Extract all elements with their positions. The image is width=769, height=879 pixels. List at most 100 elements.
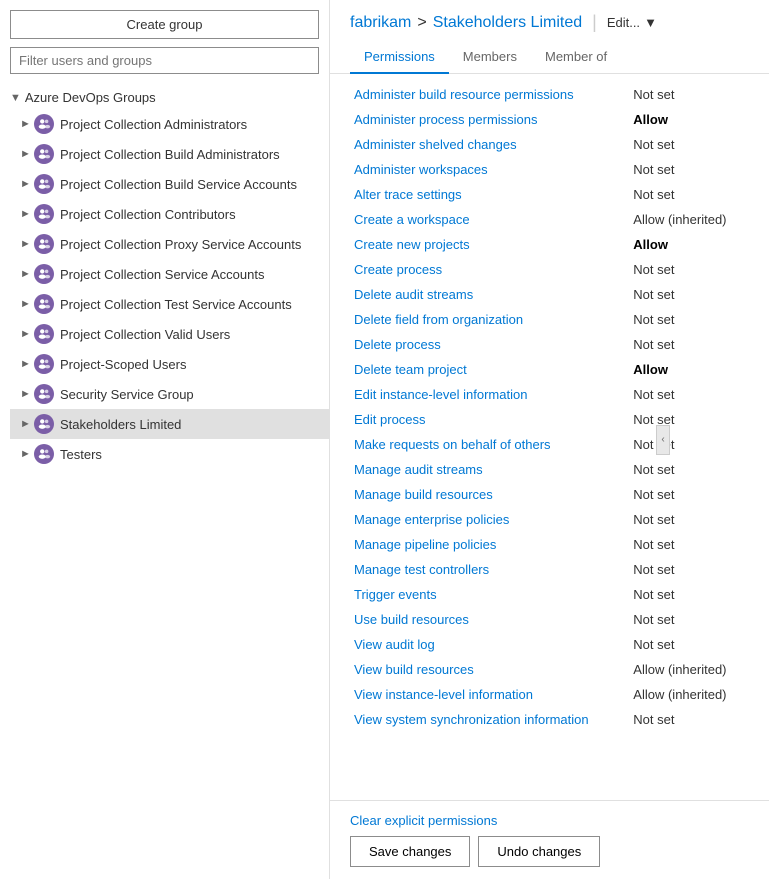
expand-arrow-icon: ►: [20, 388, 32, 400]
permission-name[interactable]: Manage build resources: [350, 482, 629, 507]
tree-item[interactable]: ► Project Collection Build Service Accou…: [10, 169, 329, 199]
permission-name[interactable]: Administer build resource permissions: [350, 82, 629, 107]
permission-name[interactable]: Alter trace settings: [350, 182, 629, 207]
tab-permissions[interactable]: Permissions: [350, 43, 449, 74]
permission-name[interactable]: Delete team project: [350, 357, 629, 382]
breadcrumb-divider: |: [592, 12, 597, 33]
permission-value: Not set: [629, 507, 749, 532]
content-area: Administer build resource permissions Not…: [330, 74, 769, 800]
permission-name[interactable]: Make requests on behalf of others: [350, 432, 629, 457]
tab-members[interactable]: Members: [449, 43, 531, 74]
breadcrumb: fabrikam > Stakeholders Limited | Edit..…: [350, 12, 749, 33]
permission-name[interactable]: View build resources: [350, 657, 629, 682]
permission-name[interactable]: Edit instance-level information: [350, 382, 629, 407]
permission-name[interactable]: Manage test controllers: [350, 557, 629, 582]
permission-name[interactable]: Create process: [350, 257, 629, 282]
permission-name[interactable]: View instance-level information: [350, 682, 629, 707]
tree-item[interactable]: ► Project-Scoped Users: [10, 349, 329, 379]
group-icon: [34, 384, 54, 404]
expand-arrow-icon: ►: [20, 358, 32, 370]
tree-item[interactable]: ► Project Collection Service Accounts: [10, 259, 329, 289]
expand-arrow-icon: ►: [20, 178, 32, 190]
undo-changes-button[interactable]: Undo changes: [478, 836, 600, 867]
tab-member-of[interactable]: Member of: [531, 43, 621, 74]
table-row: View build resourcesAllow (inherited): [350, 657, 749, 682]
group-icon: [34, 324, 54, 344]
permission-name[interactable]: Create a workspace: [350, 207, 629, 232]
permission-name[interactable]: Delete audit streams: [350, 282, 629, 307]
breadcrumb-group[interactable]: Stakeholders Limited: [433, 14, 582, 32]
tree-item[interactable]: ► Project Collection Build Administrator…: [10, 139, 329, 169]
permission-name[interactable]: Use build resources: [350, 607, 629, 632]
permission-name[interactable]: Create new projects: [350, 232, 629, 257]
tree-item[interactable]: ► Project Collection Contributors: [10, 199, 329, 229]
permission-value: Allow: [629, 232, 749, 257]
permission-value: Not set: [629, 182, 749, 207]
create-group-button[interactable]: Create group: [10, 10, 319, 39]
table-row: Manage test controllersNot set: [350, 557, 749, 582]
clear-permissions-link[interactable]: Clear explicit permissions: [350, 813, 749, 828]
tree-item[interactable]: ► Testers: [10, 439, 329, 469]
table-row: Create a workspaceAllow (inherited): [350, 207, 749, 232]
collapse-panel-button[interactable]: ‹: [656, 425, 670, 455]
permission-name[interactable]: Administer process permissions: [350, 107, 629, 132]
permission-value: Not set: [629, 557, 749, 582]
tree-item-label: Project Collection Valid Users: [60, 327, 230, 342]
permission-value: Allow (inherited): [629, 657, 749, 682]
table-row: Administer workspacesNot set: [350, 157, 749, 182]
azure-devops-groups-header[interactable]: ▼ Azure DevOps Groups: [0, 86, 329, 109]
permission-name[interactable]: Trigger events: [350, 582, 629, 607]
tree-item[interactable]: ► Project Collection Test Service Accoun…: [10, 289, 329, 319]
table-row: Administer shelved changesNot set: [350, 132, 749, 157]
permission-name[interactable]: View system synchronization information: [350, 707, 629, 732]
group-icon: [34, 204, 54, 224]
table-row: Delete audit streamsNot set: [350, 282, 749, 307]
tree-item-label: Project Collection Test Service Accounts: [60, 297, 292, 312]
permission-value: Not set: [629, 382, 749, 407]
tree-item-label: Project Collection Service Accounts: [60, 267, 264, 282]
edit-button[interactable]: Edit... ▼: [607, 15, 657, 30]
expand-arrow-icon: ►: [20, 418, 32, 430]
permission-name[interactable]: Administer workspaces: [350, 157, 629, 182]
group-icon: [34, 114, 54, 134]
permission-name[interactable]: Manage audit streams: [350, 457, 629, 482]
permission-name[interactable]: Manage enterprise policies: [350, 507, 629, 532]
action-buttons: Save changes Undo changes: [350, 836, 749, 867]
tree-item[interactable]: ► Project Collection Valid Users: [10, 319, 329, 349]
permission-name[interactable]: Administer shelved changes: [350, 132, 629, 157]
expand-arrow-icon: ►: [20, 448, 32, 460]
table-row: Trigger eventsNot set: [350, 582, 749, 607]
save-changes-button[interactable]: Save changes: [350, 836, 470, 867]
table-row: Delete field from organizationNot set: [350, 307, 749, 332]
permission-value: Not set: [629, 632, 749, 657]
tree-item[interactable]: ► Security Service Group: [10, 379, 329, 409]
table-row: Administer process permissionsAllow: [350, 107, 749, 132]
group-icon: [34, 294, 54, 314]
tree-item[interactable]: ► Stakeholders Limited: [10, 409, 329, 439]
group-icon: [34, 414, 54, 434]
expand-arrow-icon: ►: [20, 298, 32, 310]
expand-arrow-icon: ►: [20, 238, 32, 250]
table-row: View audit logNot set: [350, 632, 749, 657]
permission-name[interactable]: Edit process: [350, 407, 629, 432]
table-row: Create new projectsAllow: [350, 232, 749, 257]
tree-item-label: Project Collection Administrators: [60, 117, 247, 132]
permission-name[interactable]: Delete process: [350, 332, 629, 357]
filter-input[interactable]: [10, 47, 319, 74]
permission-name[interactable]: Manage pipeline policies: [350, 532, 629, 557]
permission-value: Not set: [629, 457, 749, 482]
table-row: Manage audit streamsNot set: [350, 457, 749, 482]
permission-name[interactable]: View audit log: [350, 632, 629, 657]
tree-item[interactable]: ► Project Collection Proxy Service Accou…: [10, 229, 329, 259]
permission-value: Not set: [629, 482, 749, 507]
breadcrumb-separator: >: [417, 14, 426, 32]
permission-name[interactable]: Delete field from organization: [350, 307, 629, 332]
table-row: Delete processNot set: [350, 332, 749, 357]
bottom-bar: Clear explicit permissions Save changes …: [330, 800, 769, 879]
chevron-down-icon: ▼: [10, 92, 21, 104]
group-icon: [34, 234, 54, 254]
table-row: Use build resourcesNot set: [350, 607, 749, 632]
tree-item[interactable]: ► Project Collection Administrators: [10, 109, 329, 139]
right-header: fabrikam > Stakeholders Limited | Edit..…: [330, 0, 769, 74]
breadcrumb-org[interactable]: fabrikam: [350, 14, 411, 32]
